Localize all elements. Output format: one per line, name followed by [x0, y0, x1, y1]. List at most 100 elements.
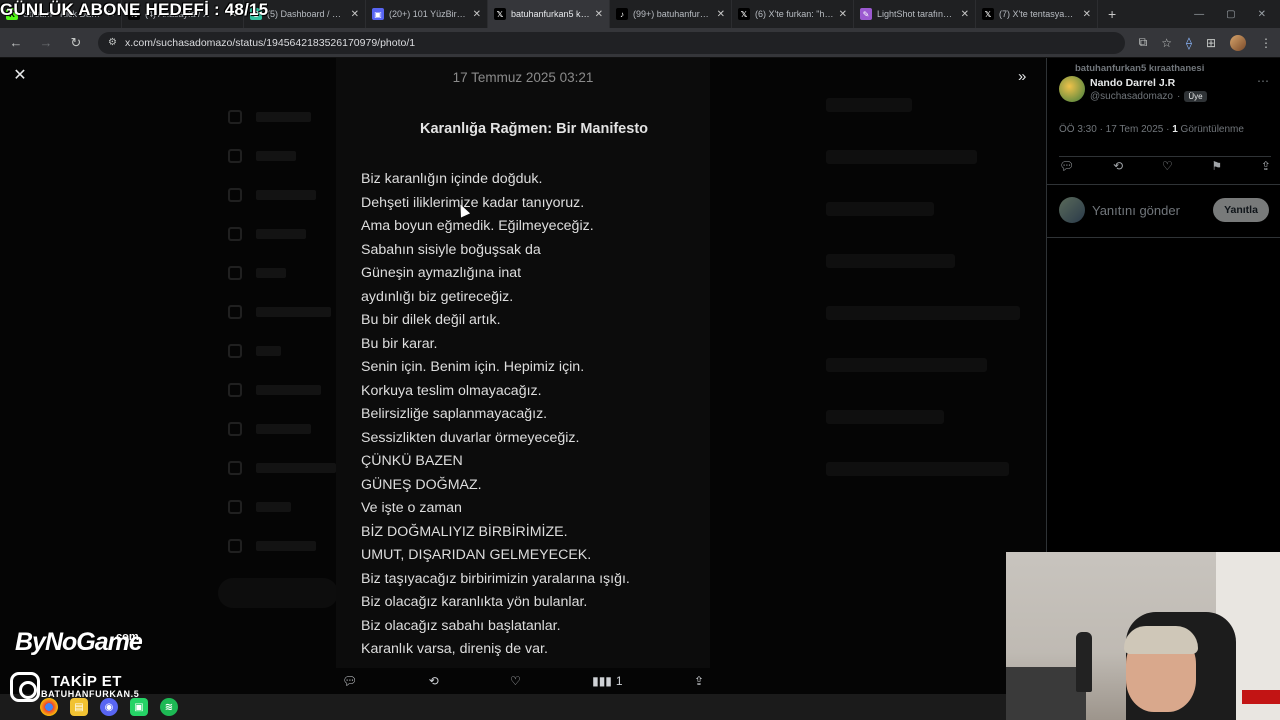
tiktok-icon: ♪ — [616, 8, 628, 20]
x-icon: 𝕏 — [494, 8, 506, 20]
close-viewer-icon[interactable]: ✕ — [12, 68, 28, 84]
detail-action-bar: 💬︎ ⟲ ♡ ⚑ ⇪ — [1059, 156, 1271, 173]
manifesto-line: ÇÜNKÜ BAZEN — [361, 453, 463, 469]
close-tab-icon[interactable]: ✕ — [1083, 9, 1091, 20]
views-icon: ▮▮▮ — [592, 674, 612, 688]
bookmark-icon[interactable]: ⚑ — [1211, 157, 1222, 173]
tab-label: (20+) 101 YüzBir Oku — [389, 9, 468, 19]
browser-tab-active[interactable]: 𝕏batuhanfurkan5 kıraa ✕ — [488, 0, 610, 28]
member-badge: Üye — [1184, 91, 1207, 102]
manifesto-line: Korkuya teslim olmayacağız. — [361, 382, 542, 399]
webcam-sofa — [1006, 667, 1086, 720]
image-date: 17 Temmuz 2025 03:21 — [452, 70, 594, 85]
tweet-image: 17 Temmuz 2025 03:21 Karanlığa Rağmen: B… — [336, 58, 710, 668]
discord-icon[interactable]: ◉ — [100, 698, 118, 716]
reply-composer: Yanıtını gönder Yanıtla — [1047, 184, 1280, 238]
back-icon[interactable]: ← — [8, 35, 24, 50]
manifesto-line: Sabahın sisiyle boğuşsak da — [361, 241, 541, 258]
manifesto-line: Dehşeti iliklerimize kadar tanıyoruz. — [361, 194, 585, 211]
browser-tab[interactable]: 𝕏 (6) X'te furkan: "http ✕ — [732, 0, 854, 28]
whatsapp-icon[interactable]: ▣ — [130, 698, 148, 716]
forward-icon[interactable]: → — [38, 35, 54, 50]
tweet-timestamp[interactable]: ÖÖ 3:30 · 17 Tem 2025 · — [1059, 124, 1172, 135]
browser-tab[interactable]: 𝕏 (7) X'te tentasyanl: " ✕ — [976, 0, 1098, 28]
extension-icon[interactable]: ⟠ — [1186, 36, 1192, 50]
tab-label: (99+) batuhanfurkan5 — [633, 9, 712, 19]
reply-button[interactable]: Yanıtla — [1213, 198, 1269, 222]
repost-icon[interactable]: ⟲ — [429, 674, 439, 688]
reply-input[interactable]: Yanıtını gönder — [1092, 203, 1180, 218]
cast-icon[interactable]: ⧉ — [1139, 35, 1148, 50]
bookmark-star-icon[interactable]: ☆ — [1161, 36, 1172, 50]
views-count: 1 — [615, 674, 623, 688]
manifesto-line: Ve işte o zaman — [361, 500, 462, 516]
close-tab-icon[interactable]: ✕ — [595, 9, 603, 20]
new-tab-icon[interactable]: + — [1098, 6, 1126, 22]
tweet-meta: ÖÖ 3:30 · 17 Tem 2025 · 1 Görüntülenme — [1059, 124, 1244, 135]
manifesto-line: Ama boyun eğmedik. Eğilmeyeceğiz. — [361, 218, 594, 234]
browser-tab[interactable]: ▣ (20+) 101 YüzBir Oku ✕ — [366, 0, 488, 28]
url-bar[interactable]: ⚙ x.com/suchasadomazo/status/19456421835… — [98, 31, 1125, 54]
webcam-feed — [1006, 552, 1280, 720]
user-display-name[interactable]: Nando Darrel J.R — [1090, 77, 1175, 89]
site-info-icon[interactable]: ⚙ — [108, 37, 117, 48]
manifesto-title: Karanlığa Rağmen: Bir Manifesto — [419, 121, 648, 137]
webcam-red-object — [1242, 690, 1280, 704]
app-icon: ▣ — [372, 8, 384, 20]
share-icon[interactable]: ⇪ — [694, 674, 704, 688]
subscriber-goal-overlay: GÜNLÜK ABONE HEDEFİ : 48/15 — [0, 0, 269, 19]
follow-title: TAKİP ET — [51, 673, 122, 690]
browser-tab[interactable]: ✎ LightShot tarafından ✕ — [854, 0, 976, 28]
manifesto-text: Biz karanlığın içinde doğduk. Dehşeti il… — [361, 168, 630, 662]
manifesto-line: Karanlık varsa, direniş de var. — [361, 641, 548, 657]
browser-tab[interactable]: ♪ (99+) batuhanfurkan5 ✕ — [610, 0, 732, 28]
file-explorer-icon[interactable]: ▤ — [70, 698, 88, 716]
profile-avatar[interactable] — [1230, 34, 1246, 51]
separator-dot: · — [1176, 91, 1181, 102]
manifesto-line: Senin için. Benim için. Hepimiz için. — [361, 359, 585, 375]
minimize-icon[interactable]: — — [1194, 9, 1204, 20]
chrome-icon[interactable] — [40, 698, 58, 716]
feather-icon: ✎ — [860, 8, 872, 20]
maximize-icon[interactable]: ▢ — [1226, 9, 1235, 20]
tab-label: (6) X'te furkan: "http — [755, 9, 834, 19]
close-tab-icon[interactable]: ✕ — [717, 9, 725, 20]
tab-label: LightShot tarafından — [877, 9, 956, 19]
like-icon[interactable]: ♡ — [1162, 157, 1173, 173]
reload-icon[interactable]: ↻ — [68, 35, 84, 51]
reply-icon[interactable]: 💬︎ — [342, 674, 357, 688]
extensions-puzzle-icon[interactable]: ⊞ — [1206, 36, 1216, 50]
expand-panel-icon[interactable]: » — [1018, 68, 1026, 85]
user-avatar[interactable] — [1059, 76, 1085, 102]
close-tab-icon[interactable]: ✕ — [961, 9, 969, 20]
spotify-icon[interactable]: ≋ — [160, 698, 178, 716]
user-handle-row: @suchasadomazo · Üye — [1090, 91, 1207, 102]
community-note-label[interactable]: batuhanfurkan5 kıraathanesi — [1075, 63, 1204, 74]
views-button[interactable]: ▮▮▮ 1 — [592, 674, 623, 688]
repost-icon[interactable]: ⟲ — [1113, 157, 1123, 173]
x-icon: 𝕏 — [738, 8, 750, 20]
more-options-icon[interactable]: ⋯ — [1257, 74, 1269, 88]
webcam-figurine — [1076, 632, 1092, 692]
share-icon[interactable]: ⇪ — [1261, 157, 1271, 173]
close-tab-icon[interactable]: ✕ — [351, 9, 359, 20]
manifesto-line: Bu bir dilek değil artık. — [361, 312, 501, 328]
manifesto-line: Biz olacağız sabahı başlatanlar. — [361, 617, 561, 634]
manifesto-line: Belirsizliğe saplanmayacağız. — [361, 406, 548, 422]
close-tab-icon[interactable]: ✕ — [839, 9, 847, 20]
user-handle[interactable]: @suchasadomazo — [1090, 91, 1173, 102]
url-text[interactable]: x.com/suchasadomazo/status/1945642183526… — [125, 37, 415, 49]
tab-label: (7) X'te tentasyanl: " — [999, 9, 1078, 19]
ghost-trends-panel — [826, 98, 1041, 514]
own-avatar — [1059, 197, 1085, 223]
manifesto-line: Biz karanlığın içinde doğduk. — [361, 171, 543, 187]
menu-kebab-icon[interactable]: ⋮ — [1260, 36, 1272, 50]
tab-label: batuhanfurkan5 kıraa — [511, 9, 590, 19]
like-icon[interactable]: ♡ — [510, 674, 521, 688]
reply-icon[interactable]: 💬︎ — [1059, 157, 1074, 173]
follow-handle: BATUHANFURKAN.5 — [41, 689, 140, 699]
address-bar: ← → ↻ ⚙ x.com/suchasadomazo/status/19456… — [0, 28, 1280, 58]
close-tab-icon[interactable]: ✕ — [473, 9, 481, 20]
bynogame-logo-suffix: .com — [113, 631, 139, 643]
window-close-icon[interactable]: ✕ — [1258, 9, 1266, 20]
